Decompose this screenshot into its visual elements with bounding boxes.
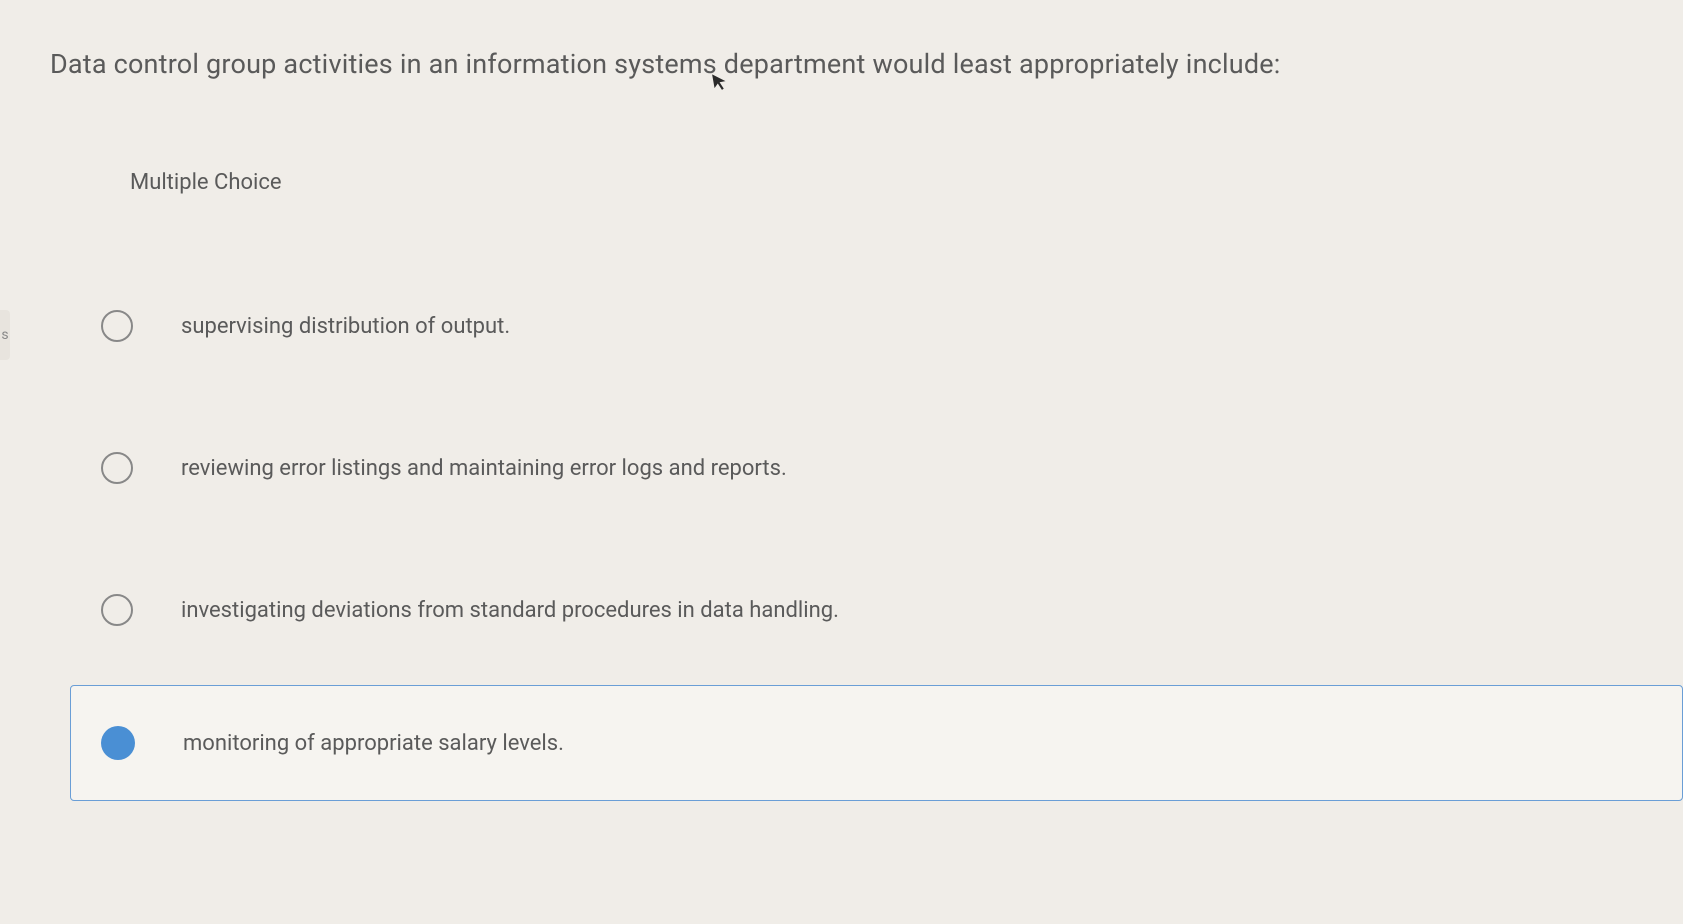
option-text: reviewing error listings and maintaining… — [181, 456, 787, 481]
section-label: Multiple Choice — [70, 140, 1683, 195]
option-row-0[interactable]: supervising distribution of output. — [70, 269, 1683, 383]
question-text: Data control group activities in an info… — [0, 0, 1683, 110]
option-row-1[interactable]: reviewing error listings and maintaining… — [70, 411, 1683, 525]
radio-icon — [101, 310, 133, 342]
multiple-choice-label: Multiple Choice — [130, 170, 282, 195]
radio-icon-selected — [101, 726, 135, 760]
radio-icon — [101, 594, 133, 626]
left-tab-text: s — [1, 327, 8, 343]
radio-icon — [101, 452, 133, 484]
option-row-2[interactable]: investigating deviations from standard p… — [70, 553, 1683, 667]
answers-container: Multiple Choice supervising distribution… — [0, 140, 1683, 801]
option-row-3[interactable]: monitoring of appropriate salary levels. — [70, 685, 1683, 801]
question-prompt: Data control group activities in an info… — [50, 48, 1281, 80]
option-text: monitoring of appropriate salary levels. — [183, 731, 564, 756]
option-text: supervising distribution of output. — [181, 314, 510, 339]
left-sidebar-tab[interactable]: s — [0, 310, 10, 360]
option-text: investigating deviations from standard p… — [181, 598, 839, 623]
